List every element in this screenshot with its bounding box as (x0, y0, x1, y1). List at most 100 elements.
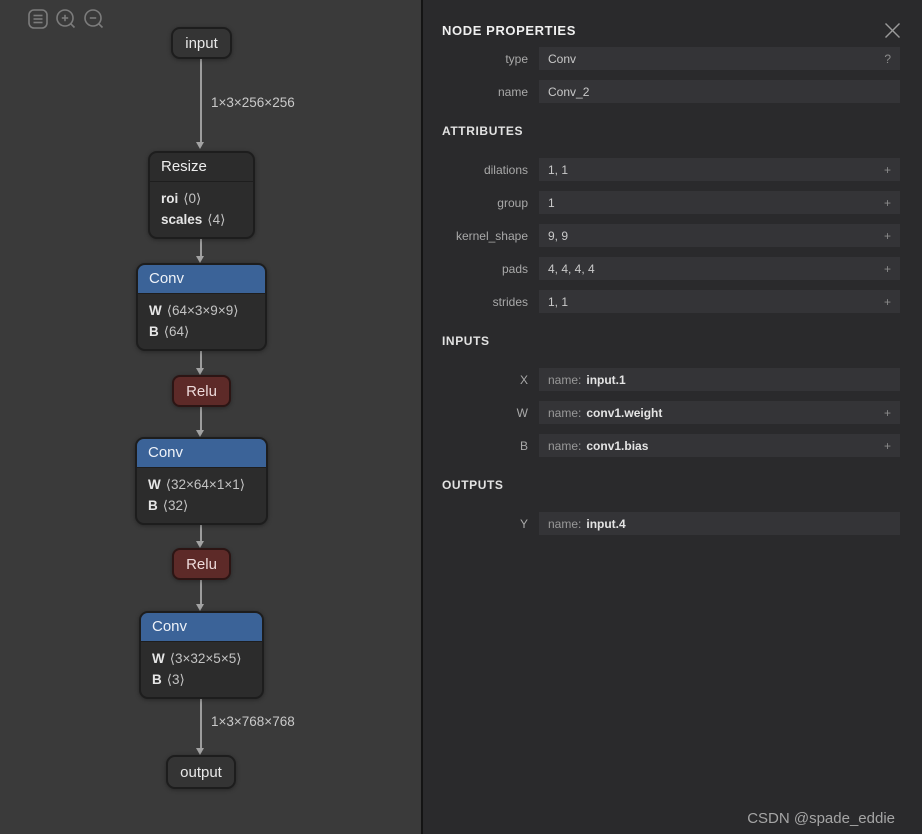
node-title: Conv (138, 265, 265, 294)
expand-plus-icon[interactable]: + (876, 439, 891, 453)
input-label: X (423, 373, 539, 387)
node-label: output (180, 764, 222, 781)
edge-relu1-conv2 (200, 407, 202, 430)
node-param: W⟨3×32×5×5⟩ (152, 648, 251, 669)
attribute-label: strides (423, 295, 539, 309)
watermark: CSDN @spade_eddie (747, 810, 895, 827)
graph-node-relu1[interactable]: Relu (172, 375, 231, 407)
node-title: Conv (141, 613, 262, 642)
panel-title: NODE PROPERTIES (442, 23, 576, 38)
attribute-value: 1 (548, 196, 555, 210)
input-row-b: B name: conv1.bias + (423, 434, 900, 457)
graph-node-output[interactable]: output (166, 755, 236, 789)
attribute-value: 1, 1 (548, 295, 568, 309)
graph-node-relu2[interactable]: Relu (172, 548, 231, 580)
input-value-box[interactable]: name: conv1.bias + (539, 434, 900, 457)
name-prefix: name: (548, 373, 581, 387)
zoom-in-icon[interactable] (54, 7, 77, 30)
graph-node-input[interactable]: input (171, 27, 232, 59)
attributes-section-title: ATTRIBUTES (442, 124, 922, 138)
node-properties-panel: NODE PROPERTIES type Conv ? name Conv_2 … (423, 0, 922, 834)
attribute-label: group (423, 196, 539, 210)
attribute-input[interactable]: 1 + (539, 191, 900, 214)
input-label: W (423, 406, 539, 420)
edge-conv3-output (200, 692, 202, 748)
expand-plus-icon[interactable]: + (876, 406, 891, 420)
graph-toolbar (26, 7, 105, 30)
type-value: Conv (548, 52, 576, 66)
input-label: B (423, 439, 539, 453)
arrowhead (196, 604, 204, 611)
node-param: scales⟨4⟩ (161, 209, 242, 230)
panel-header: NODE PROPERTIES (423, 0, 922, 47)
attribute-label: pads (423, 262, 539, 276)
node-param: W⟨64×3×9×9⟩ (149, 300, 254, 321)
input-name-value: input.1 (586, 373, 625, 387)
output-row-y: Y name: input.4 (423, 512, 900, 535)
expand-plus-icon[interactable]: + (876, 163, 891, 177)
arrowhead (196, 541, 204, 548)
input-name-value: conv1.weight (586, 406, 662, 420)
input-value-box[interactable]: name: conv1.weight + (539, 401, 900, 424)
attribute-row-group: group 1 + (423, 191, 900, 214)
node-param: W⟨32×64×1×1⟩ (148, 474, 255, 495)
edge-relu2-conv3 (200, 580, 202, 604)
name-input[interactable]: Conv_2 (539, 80, 900, 103)
name-label: name (423, 85, 539, 99)
graph-node-resize[interactable]: Resize roi⟨0⟩ scales⟨4⟩ (148, 151, 255, 239)
arrowhead (196, 368, 204, 375)
expand-plus-icon[interactable]: + (876, 196, 891, 210)
edge-input-resize (200, 59, 202, 142)
attribute-input[interactable]: 9, 9 + (539, 224, 900, 247)
attribute-row-kernel-shape: kernel_shape 9, 9 + (423, 224, 900, 247)
type-help-icon[interactable]: ? (876, 52, 891, 66)
input-value-box[interactable]: name: input.1 (539, 368, 900, 391)
name-row: name Conv_2 (423, 80, 900, 103)
attribute-value: 1, 1 (548, 163, 568, 177)
node-label: input (185, 35, 218, 52)
node-param: roi⟨0⟩ (161, 188, 242, 209)
attribute-input[interactable]: 1, 1 + (539, 290, 900, 313)
node-param: B⟨3⟩ (152, 669, 251, 690)
output-value-box[interactable]: name: input.4 (539, 512, 900, 535)
attribute-value: 4, 4, 4, 4 (548, 262, 595, 276)
input-row-x: X name: input.1 (423, 368, 900, 391)
outputs-section-title: OUTPUTS (442, 478, 922, 492)
input-name-value: conv1.bias (586, 439, 648, 453)
name-prefix: name: (548, 406, 581, 420)
arrowhead (196, 256, 204, 263)
graph-node-conv2[interactable]: Conv W⟨32×64×1×1⟩ B⟨32⟩ (135, 437, 268, 525)
node-title: Conv (137, 439, 266, 468)
expand-plus-icon[interactable]: + (876, 262, 891, 276)
attribute-row-pads: pads 4, 4, 4, 4 + (423, 257, 900, 280)
name-prefix: name: (548, 439, 581, 453)
attribute-label: dilations (423, 163, 539, 177)
type-row: type Conv ? (423, 47, 900, 70)
edge-label-input-shape: 1×3×256×256 (211, 95, 295, 110)
attribute-label: kernel_shape (423, 229, 539, 243)
close-icon[interactable] (881, 19, 904, 42)
graph-canvas[interactable]: 1×3×256×256 1×3×768×768 input Resize roi… (0, 0, 421, 834)
attribute-input[interactable]: 4, 4, 4, 4 + (539, 257, 900, 280)
node-label: Relu (186, 556, 217, 573)
type-input[interactable]: Conv ? (539, 47, 900, 70)
output-name-value: input.4 (586, 517, 625, 531)
inputs-section-title: INPUTS (442, 334, 922, 348)
output-label: Y (423, 517, 539, 531)
input-row-w: W name: conv1.weight + (423, 401, 900, 424)
arrowhead (196, 430, 204, 437)
menu-icon[interactable] (26, 7, 49, 30)
graph-node-conv3[interactable]: Conv W⟨3×32×5×5⟩ B⟨3⟩ (139, 611, 264, 699)
zoom-out-icon[interactable] (82, 7, 105, 30)
attribute-input[interactable]: 1, 1 + (539, 158, 900, 181)
attribute-row-dilations: dilations 1, 1 + (423, 158, 900, 181)
graph-node-conv1[interactable]: Conv W⟨64×3×9×9⟩ B⟨64⟩ (136, 263, 267, 351)
node-title: Resize (150, 153, 253, 182)
expand-plus-icon[interactable]: + (876, 229, 891, 243)
arrowhead (196, 748, 204, 755)
arrowhead (196, 142, 204, 149)
type-label: type (423, 52, 539, 66)
edge-label-output-shape: 1×3×768×768 (211, 714, 295, 729)
name-prefix: name: (548, 517, 581, 531)
expand-plus-icon[interactable]: + (876, 295, 891, 309)
